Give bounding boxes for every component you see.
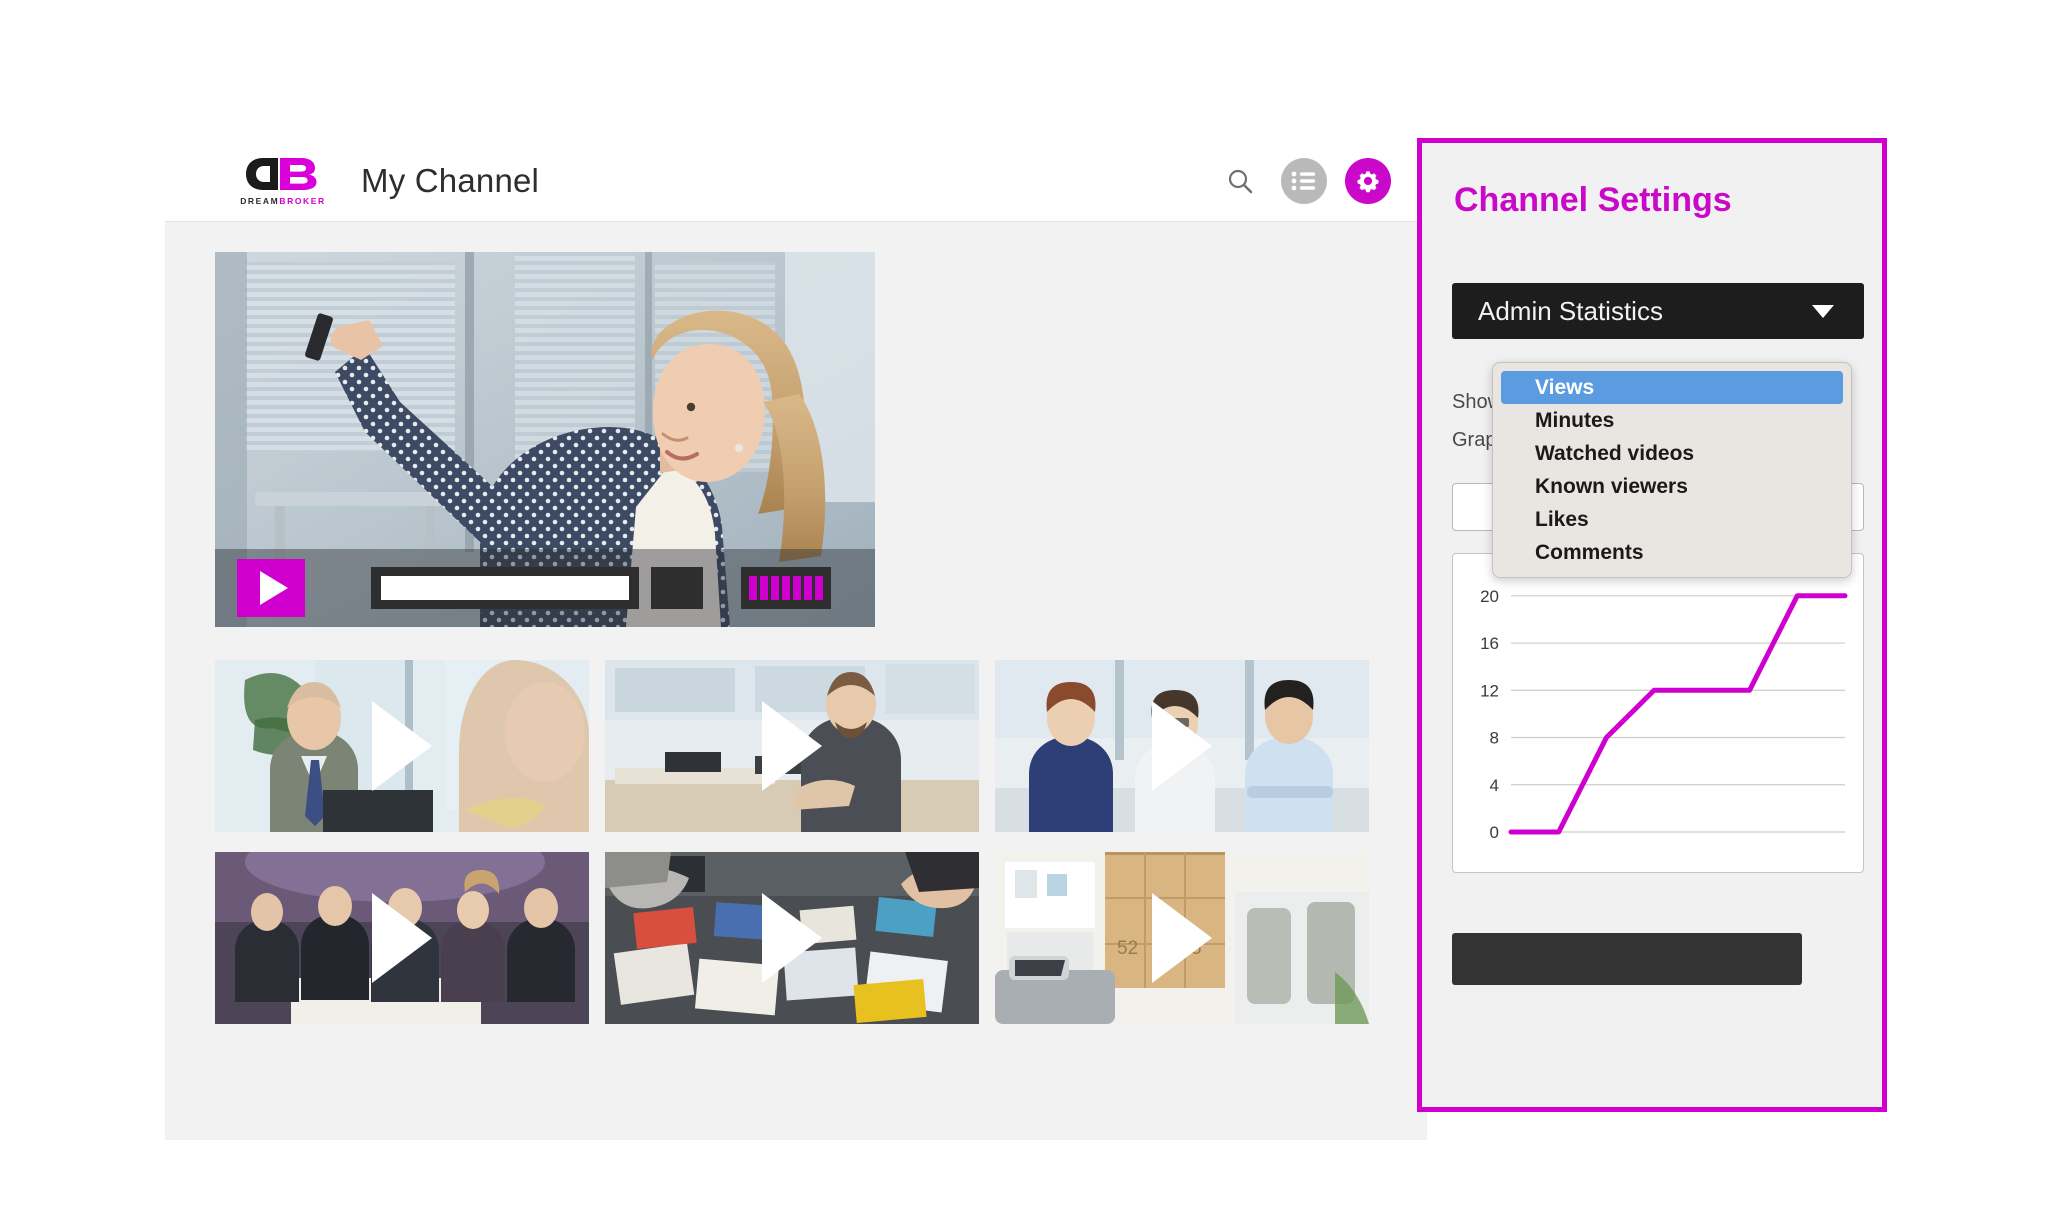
- volume-bar: [804, 576, 812, 600]
- player-controls: [215, 549, 875, 627]
- logo-wordmark: DREAMBROKER: [240, 196, 326, 206]
- statistics-dropdown-menu[interactable]: Views Minutes Watched videos Known viewers L…: [1492, 362, 1852, 578]
- search-glyph: [1228, 169, 1253, 193]
- video-thumbnail-3[interactable]: [995, 660, 1369, 832]
- dropdown-option-views[interactable]: Views: [1501, 371, 1843, 404]
- play-icon[interactable]: [762, 893, 822, 983]
- video-thumbnail-4[interactable]: [215, 852, 589, 1024]
- progress-bar[interactable]: [371, 567, 639, 609]
- playlist-glyph: [1291, 171, 1315, 190]
- logo-wordmark-broker: BROKER: [279, 195, 326, 206]
- play-triangle: [260, 571, 288, 605]
- screenshot-root: DREAMBROKER My Channel 52 53 5 Channel S…: [0, 0, 2048, 1229]
- channel-settings-panel: Channel Settings Admin Statistics Show G…: [1417, 138, 1887, 1112]
- video-thumbnail-2[interactable]: [605, 660, 979, 832]
- y-tick-label: 8: [1490, 729, 1499, 748]
- statistics-chart: 0 4 8 12 16 20: [1452, 553, 1864, 873]
- play-icon[interactable]: [372, 893, 432, 983]
- volume-bar: [749, 576, 757, 600]
- play-icon[interactable]: [1152, 701, 1212, 791]
- chart-line-series: [1508, 593, 1848, 835]
- volume-bar: [771, 576, 779, 600]
- logo-icon: [246, 157, 317, 190]
- volume-bar: [782, 576, 790, 600]
- dropdown-option-comments[interactable]: Comments: [1493, 536, 1851, 569]
- save-button[interactable]: [1452, 933, 1802, 985]
- play-icon[interactable]: [372, 701, 432, 791]
- video-thumbnail-5[interactable]: [605, 852, 979, 1024]
- play-icon[interactable]: [1152, 893, 1212, 983]
- playlist-icon[interactable]: [1281, 157, 1327, 204]
- chart-y-axis-labels: 0 4 8 12 16 20: [1480, 587, 1499, 842]
- video-grid: 52 53 5: [215, 660, 1375, 1024]
- header-actions: [1217, 157, 1391, 204]
- time-display: [651, 567, 703, 609]
- dropdown-option-known-viewers[interactable]: Known viewers: [1493, 470, 1851, 503]
- dropdown-option-watched-videos[interactable]: Watched videos: [1493, 437, 1851, 470]
- video-player[interactable]: [215, 252, 875, 627]
- video-thumbnail-1[interactable]: [215, 660, 589, 832]
- play-icon[interactable]: [237, 559, 305, 617]
- channel-header: DREAMBROKER My Channel: [165, 140, 1427, 222]
- y-tick-label: 4: [1490, 776, 1499, 795]
- dropdown-option-minutes[interactable]: Minutes: [1493, 404, 1851, 437]
- y-tick-label: 12: [1480, 681, 1499, 700]
- settings-title: Channel Settings: [1454, 181, 1732, 219]
- chart-svg: 0 4 8 12 16 20: [1480, 587, 1848, 842]
- logo-wordmark-dream: DREAM: [240, 195, 280, 206]
- chart-gridlines: [1511, 595, 1845, 833]
- dream-broker-logo: DREAMBROKER: [237, 156, 329, 206]
- select-value: Admin Statistics: [1478, 295, 1663, 326]
- volume-bar: [815, 576, 823, 600]
- progress-fill: [381, 576, 629, 600]
- svg-text:52: 52: [1117, 938, 1138, 959]
- chevron-down-icon: [1812, 304, 1834, 318]
- channel-window: DREAMBROKER My Channel 52 53 5: [165, 140, 1427, 1140]
- play-icon[interactable]: [762, 701, 822, 791]
- search-icon[interactable]: [1217, 158, 1263, 204]
- y-tick-label: 0: [1490, 823, 1499, 842]
- dropdown-option-likes[interactable]: Likes: [1493, 503, 1851, 536]
- volume-bar: [760, 576, 768, 600]
- video-thumbnail-6[interactable]: 52 53 5: [995, 852, 1369, 1024]
- gear-glyph: [1357, 170, 1379, 192]
- y-tick-label: 20: [1480, 587, 1499, 606]
- y-tick-label: 16: [1480, 634, 1499, 653]
- gear-icon[interactable]: [1345, 157, 1391, 204]
- admin-statistics-select[interactable]: Admin Statistics: [1452, 283, 1864, 339]
- page-title: My Channel: [361, 161, 540, 199]
- volume-bar: [793, 576, 801, 600]
- volume-bars[interactable]: [741, 567, 831, 609]
